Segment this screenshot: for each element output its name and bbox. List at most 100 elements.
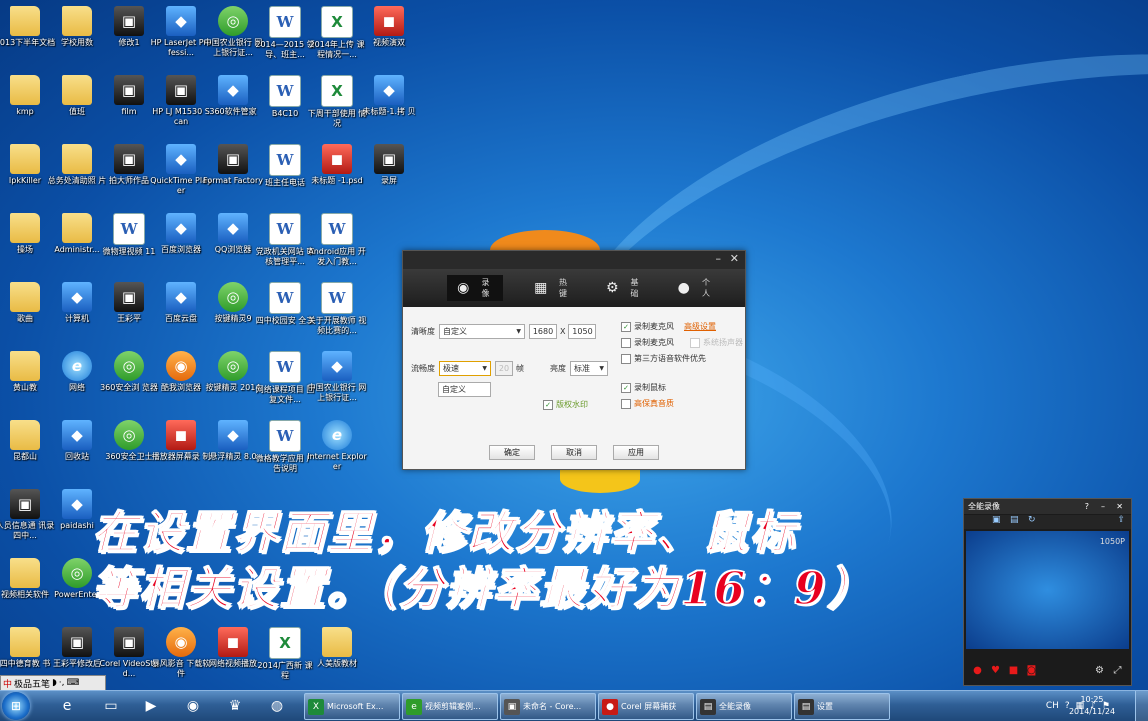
desktop-icon[interactable]: ▣ 录屏 [358,140,420,206]
minimize-icon[interactable]: – [1101,502,1105,511]
clock-date: 2014/11/24 [1068,707,1116,716]
taskbar-window-button[interactable]: e 视频剪辑案例... [402,693,498,720]
desktop-icon[interactable]: ◆ 中国农业银行 网上银行证... [306,347,368,413]
clock-time: 10:25 [1080,695,1104,704]
start-button[interactable]: ⊞ [2,692,30,720]
export-icon[interactable]: ⇪ [1117,515,1125,525]
ime-logo-icon: 中 [3,679,13,690]
taskbar-window-button[interactable]: X Microsoft Ex... [304,693,400,720]
fullscreen-icon[interactable]: ⤢ [1112,665,1123,676]
window-icon[interactable]: ▤ [1010,515,1019,525]
heart-icon[interactable]: ♥ [990,665,1001,676]
app-icon: ◆ [166,213,196,243]
fps-input[interactable]: 20 [495,361,513,376]
moon-icon[interactable]: ◗ [52,678,57,688]
record-audio-option[interactable]: ✓ 录制麦克风 高级设置 [621,321,716,332]
pinned-ie-icon[interactable]: e [50,694,84,718]
dialog-titlebar[interactable]: – ✕ [403,251,745,269]
gear-icon[interactable]: ⚙ [1094,665,1105,676]
checkbox-checked[interactable]: ✓ [621,382,631,393]
pinned-media-player-icon[interactable]: ▶ [134,694,168,718]
checkbox[interactable] [621,337,631,348]
mic-option[interactable]: 录制麦克风 系统扬声器 [621,337,743,348]
checkbox[interactable] [621,353,631,364]
app-icon: ◆ [62,282,92,312]
tab-3[interactable]: ● 个人 [674,277,718,299]
desktop-icon[interactable]: W Android应用 开发入门教... [306,209,368,275]
ime-toolbar[interactable]: 中 极品五笔 ◗ ·, ⌨ [0,675,106,691]
folder-icon [62,6,92,36]
advanced-settings-link[interactable]: 高级设置 [684,321,716,332]
pinned-storm-player-icon[interactable]: ◉ [176,694,210,718]
taskbar-window-button[interactable]: ▤ 设置 [794,693,890,720]
red-icon: ◼ [374,6,404,36]
folder-icon [62,213,92,243]
close-icon[interactable]: ✕ [730,252,739,265]
recorder-titlebar[interactable]: 全能录像 ? – ✕ [964,499,1131,514]
taskbar-window-button[interactable]: ▤ 全能录像 [696,693,792,720]
ok-button[interactable]: 确定 [489,445,535,460]
high-quality-option[interactable]: 高保真音质 [621,398,674,409]
folder-icon [10,351,40,381]
refresh-icon[interactable]: ↻ [1028,515,1036,525]
record-icon[interactable]: ● [972,665,983,676]
film-reel-icon: ◉ [457,280,470,296]
minimize-icon[interactable]: – [716,252,722,265]
close-icon[interactable]: ✕ [1116,502,1123,511]
green-icon: ◎ [218,282,248,312]
folder-icon [10,558,40,588]
checkbox[interactable] [621,398,631,409]
clock[interactable]: 10:25 2014/11/24 [1066,694,1118,718]
height-input[interactable]: 1050 [568,324,597,339]
orange-icon: ◉ [166,627,196,657]
help-icon[interactable]: ? [1085,502,1089,511]
doc-icon: W [269,144,301,176]
pinned-app-icon[interactable]: ♛ [218,694,252,718]
punctuation-icon[interactable]: ·, [59,678,65,688]
pinned-explorer-icon[interactable]: ▭ [94,694,128,718]
watermark-option[interactable]: ✓ 版权水印 [543,399,588,410]
checkbox-checked[interactable]: ✓ [543,399,553,410]
desktop-icon[interactable]: ◼ 视频演双 [358,2,420,68]
desktop-icon[interactable]: ◆ 未标题-1.拷 贝 [358,71,420,137]
fluency-dropdown-option[interactable]: 自定义 [438,382,491,397]
tab-2[interactable]: ⚙ 基础 [602,277,646,299]
show-desktop-button[interactable] [1135,691,1148,721]
cancel-button[interactable]: 取消 [551,445,597,460]
taskbar-window-button[interactable]: ▣ 未命名 - Core... [500,693,596,720]
tab-1[interactable]: ▦ 热键 [531,277,575,299]
app-icon: ◆ [322,351,352,381]
window-icon: ▤ [700,698,716,715]
keyboard-icon[interactable]: ⌨ [67,678,80,688]
app-icon: ◆ [218,420,248,450]
fluency-row: 流畅度 极速 ▼ 20 帧 亮度 标准 ▼ [411,361,608,376]
desktop-icon[interactable]: W 关于开展教师 视频比赛的... [306,278,368,344]
resolution-select-value: 自定义 [443,327,467,336]
screen-icon[interactable]: ▣ [992,515,1001,525]
checkbox-checked[interactable]: ✓ [621,321,631,332]
tray-lang[interactable]: CH [1046,701,1059,711]
xls-icon: X [321,75,353,107]
resolution-select[interactable]: 自定义 ▼ [439,324,525,339]
third-party-option[interactable]: 第三方语音软件优先 [621,353,706,364]
recorder-mini-window: 全能录像 ? – ✕ ▣ ▤ ↻ ⇪ 1050P ● ♥ ■ ◙ ⚙ ⤢ [963,498,1132,686]
cursor-label: 录制鼠标 [634,383,666,392]
desktop-icon[interactable]: 人美版教材 [306,623,368,689]
tab-0[interactable]: ◉ 录像 [447,275,503,301]
user-icon: ● [677,280,690,296]
fluency-select[interactable]: 极速 ▼ [439,361,491,376]
taskbar-window-label: 视频剪辑案例... [425,702,481,711]
stop-icon[interactable]: ■ [1008,665,1019,676]
camera-icon[interactable]: ◙ [1026,665,1037,676]
brightness-select[interactable]: 标准 ▼ [570,361,608,376]
folder-icon [10,627,40,657]
window-icon: ▤ [798,698,814,715]
apply-button[interactable]: 应用 [613,445,659,460]
cursor-option[interactable]: ✓ 录制鼠标 [621,382,666,393]
width-input[interactable]: 1680 [529,324,557,339]
taskbar-window-label: 未命名 - Core... [523,702,582,711]
desktop-icon[interactable]: e Internet Explorer [306,416,368,482]
system-audio-label: 系统扬声器 [703,338,743,347]
taskbar-window-button[interactable]: ● Corel 屏幕捕获 [598,693,694,720]
pinned-browser-icon[interactable]: ◍ [260,694,294,718]
